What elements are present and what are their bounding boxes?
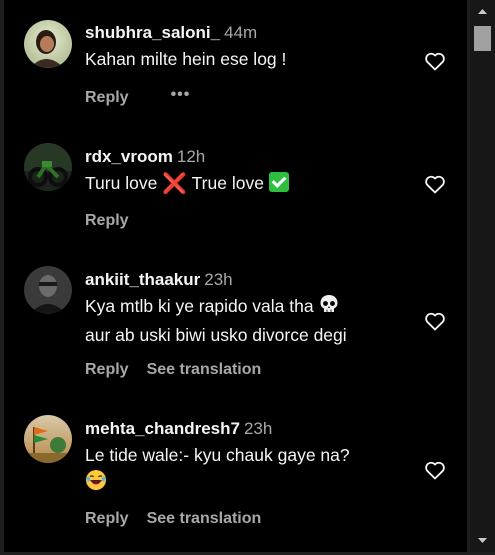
comments-panel: shubhra_saloni_ 44m Kahan milte hein ese … xyxy=(4,0,467,552)
heart-icon[interactable] xyxy=(423,49,447,73)
scroll-down-arrow-icon[interactable] xyxy=(470,532,495,550)
laughing-emoji-icon xyxy=(85,469,107,498)
avatar[interactable] xyxy=(24,266,72,314)
timestamp: 23h xyxy=(204,270,233,289)
avatar[interactable] xyxy=(24,143,72,191)
reply-button[interactable]: Reply xyxy=(85,361,129,379)
avatar[interactable] xyxy=(24,20,72,68)
comment-header: ankiit_thaakur 23h xyxy=(85,269,415,291)
heart-icon[interactable] xyxy=(423,309,447,333)
username[interactable]: mehta_chandresh7 xyxy=(85,419,240,438)
username[interactable]: rdx_vroom xyxy=(85,147,173,166)
comment-header: mehta_chandresh7 23h xyxy=(85,418,415,440)
comment-text-line: aur ab uski biwi usko divorce degi xyxy=(85,325,347,345)
scrollbar[interactable] xyxy=(470,0,495,552)
see-translation-button[interactable]: See translation xyxy=(147,361,262,379)
reply-button[interactable]: Reply xyxy=(85,212,129,230)
comment-text-line: Kya mtlb ki ye rapido vala tha xyxy=(85,296,314,316)
comment-text: Le tide wale:- kyu chauk gaye na? xyxy=(85,442,415,498)
scroll-up-arrow-icon[interactable] xyxy=(470,2,495,20)
timestamp: 23h xyxy=(243,419,273,438)
skull-emoji-icon xyxy=(318,293,340,322)
username[interactable]: ankiit_thaakur xyxy=(85,270,200,289)
reply-button[interactable]: Reply xyxy=(85,89,129,107)
comment-header: rdx_vroom 12h xyxy=(85,146,415,168)
reply-button[interactable]: Reply xyxy=(85,510,129,528)
comment-text: Kya mtlb ki ye rapido vala tha aur ab us… xyxy=(85,293,415,348)
scrollbar-thumb[interactable] xyxy=(474,26,491,51)
username[interactable]: shubhra_saloni_ xyxy=(85,23,220,42)
comment-text-part: True love xyxy=(187,173,269,193)
comment-actions: Reply ••• xyxy=(85,86,191,109)
comment-text-line: Le tide wale:- kyu chauk gaye na? xyxy=(85,445,350,465)
comment-text-part: Turu love xyxy=(85,173,163,193)
heart-icon[interactable] xyxy=(423,172,447,196)
comment-actions: Reply See translation xyxy=(85,510,261,530)
see-translation-button[interactable]: See translation xyxy=(147,510,262,528)
comment-header: shubhra_saloni_ 44m xyxy=(85,22,415,44)
timestamp: 12h xyxy=(176,147,206,166)
comments-window: shubhra_saloni_ 44m Kahan milte hein ese … xyxy=(0,0,495,552)
timestamp: 44m xyxy=(224,23,258,42)
avatar[interactable] xyxy=(24,415,72,463)
more-icon[interactable]: ••• xyxy=(171,86,191,104)
comment-actions: Reply xyxy=(85,212,147,232)
comment-text: Turu love ❌ True love xyxy=(85,170,415,196)
cross-emoji: ❌ xyxy=(162,173,188,195)
comment-text: Kahan milte hein ese log ! xyxy=(85,49,287,69)
comment-actions: Reply See translation xyxy=(85,361,261,381)
heart-icon[interactable] xyxy=(423,458,447,482)
check-mark-emoji-icon xyxy=(268,172,289,192)
